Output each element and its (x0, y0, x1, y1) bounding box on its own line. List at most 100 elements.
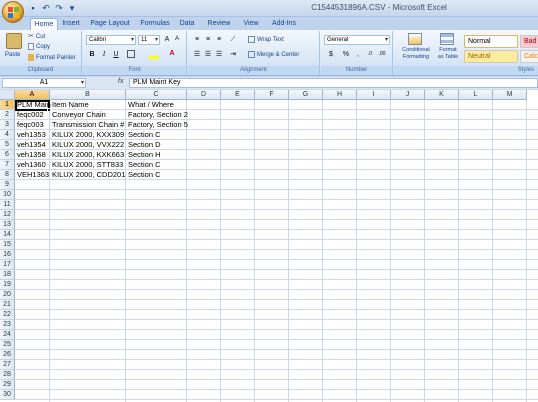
font-size-select[interactable]: 11 (138, 35, 160, 45)
column-header-d[interactable]: D (187, 90, 221, 100)
align-middle-icon[interactable]: ≡ (203, 35, 213, 44)
fill-color-icon[interactable] (149, 50, 159, 59)
merge-center-button[interactable]: Merge & Center (248, 51, 299, 59)
shrink-font-icon[interactable]: A (172, 35, 182, 44)
cell-b7[interactable]: KILUX 2000, STT833 (51, 160, 127, 170)
cell-a8[interactable]: VEH1363 (16, 170, 53, 180)
column-header-k[interactable]: K (425, 90, 459, 100)
row-header-30[interactable]: 30 (0, 390, 15, 400)
cell-c7[interactable]: Section C (127, 160, 190, 170)
row-header-22[interactable]: 22 (0, 310, 15, 320)
copy-button[interactable]: Copy (28, 43, 50, 51)
decrease-decimal-icon[interactable]: .00 (377, 50, 387, 59)
cell-c4[interactable]: Section C (127, 130, 190, 140)
row-header-8[interactable]: 8 (0, 170, 15, 180)
comma-icon[interactable]: , (353, 50, 363, 59)
column-header-g[interactable]: G (289, 90, 323, 100)
row-header-24[interactable]: 24 (0, 330, 15, 340)
column-header-m[interactable]: M (493, 90, 527, 100)
row-header-9[interactable]: 9 (0, 180, 15, 190)
row-header-14[interactable]: 14 (0, 230, 15, 240)
paste-icon[interactable] (6, 33, 22, 49)
row-header-1[interactable]: 1 (0, 100, 15, 110)
cell-b4[interactable]: KILUX 2000, KXX309 (51, 130, 127, 140)
underline-icon[interactable]: U (111, 50, 121, 59)
column-header-f[interactable]: F (255, 90, 289, 100)
row-header-27[interactable]: 27 (0, 360, 15, 370)
style-neutral[interactable]: Neutral (464, 50, 518, 63)
office-button[interactable] (2, 1, 24, 23)
tab-view[interactable]: View (240, 18, 262, 30)
column-header-j[interactable]: J (391, 90, 425, 100)
cell-b2[interactable]: Conveyor Chain (51, 110, 127, 120)
cell-b3[interactable]: Transmission Chain # 3 (51, 120, 127, 130)
row-header-10[interactable]: 10 (0, 190, 15, 200)
tab-page-layout[interactable]: Page Layout (88, 18, 132, 30)
cell-c6[interactable]: Section H (127, 150, 190, 160)
column-header-i[interactable]: I (357, 90, 391, 100)
percent-icon[interactable]: % (341, 50, 351, 59)
align-bottom-icon[interactable]: ≡ (214, 35, 224, 44)
cell-b6[interactable]: KILUX 2000, KXK663 (51, 150, 127, 160)
row-header-7[interactable]: 7 (0, 160, 15, 170)
borders-icon[interactable] (127, 50, 135, 58)
font-name-select[interactable]: Calibri (86, 35, 136, 45)
currency-icon[interactable]: $ (325, 50, 337, 59)
row-header-2[interactable]: 2 (0, 110, 15, 120)
conditional-formatting-button[interactable]: Conditional Formatting (397, 47, 435, 61)
cell-a5[interactable]: veh1354 (16, 140, 53, 150)
column-header-b[interactable]: B (50, 90, 126, 100)
tab-insert[interactable]: Insert (60, 18, 82, 30)
insert-function-icon[interactable]: fx (118, 78, 123, 85)
format-painter-button[interactable]: Format Painter (28, 54, 76, 62)
grow-font-icon[interactable]: A (162, 35, 172, 44)
row-header-28[interactable]: 28 (0, 370, 15, 380)
row-header-16[interactable]: 16 (0, 250, 15, 260)
row-header-19[interactable]: 19 (0, 280, 15, 290)
formula-input[interactable]: PLM Maint Key (129, 78, 538, 88)
cell-a7[interactable]: veh1360 (16, 160, 53, 170)
column-header-l[interactable]: L (459, 90, 493, 100)
row-header-15[interactable]: 15 (0, 240, 15, 250)
style-bad[interactable]: Bad (520, 35, 538, 48)
row-header-13[interactable]: 13 (0, 220, 15, 230)
style-normal[interactable]: Normal (464, 35, 518, 48)
cell-a6[interactable]: veh1358 (16, 150, 53, 160)
row-header-25[interactable]: 25 (0, 340, 15, 350)
italic-icon[interactable]: I (99, 50, 109, 59)
fill-handle[interactable] (47, 108, 51, 112)
paste-button[interactable]: Paste (5, 51, 20, 59)
row-header-23[interactable]: 23 (0, 320, 15, 330)
row-header-11[interactable]: 11 (0, 200, 15, 210)
font-color-icon[interactable]: A (167, 49, 177, 58)
cell-c2[interactable]: Factory, Section 2 (127, 110, 190, 120)
row-header-17[interactable]: 17 (0, 260, 15, 270)
cell-b5[interactable]: KILUX 2000, VVX222 (51, 140, 127, 150)
align-center-icon[interactable]: ☰ (203, 50, 213, 59)
row-header-12[interactable]: 12 (0, 210, 15, 220)
align-top-icon[interactable]: ≡ (192, 35, 202, 44)
row-header-29[interactable]: 29 (0, 380, 15, 390)
select-all-corner[interactable] (0, 90, 15, 100)
column-header-c[interactable]: C (126, 90, 187, 100)
bold-icon[interactable]: B (87, 50, 97, 59)
row-header-20[interactable]: 20 (0, 290, 15, 300)
cell-b8[interactable]: KILUX 2000, CDD201 (51, 170, 127, 180)
conditional-formatting-icon[interactable] (408, 33, 422, 45)
cell-c3[interactable]: Factory, Section 5 (127, 120, 190, 130)
tab-add-ins[interactable]: Add-Ins (270, 18, 298, 30)
row-header-3[interactable]: 3 (0, 120, 15, 130)
column-header-a[interactable]: A (15, 90, 50, 100)
orientation-icon[interactable]: ⟋ (228, 35, 238, 44)
worksheet-grid[interactable]: ABCDEFGHIJKLM 1 2 3 4 5 6 7 8 9 10 11 12 13 14 15 16 17 1… (0, 90, 538, 402)
row-header-4[interactable]: 4 (0, 130, 15, 140)
row-header-21[interactable]: 21 (0, 300, 15, 310)
number-format-select[interactable]: General (324, 35, 390, 45)
align-right-icon[interactable]: ☰ (214, 50, 224, 59)
format-as-table-button[interactable]: Format as Table (436, 47, 460, 61)
align-left-icon[interactable]: ☰ (192, 50, 202, 59)
tab-review[interactable]: Review (205, 18, 233, 30)
row-header-26[interactable]: 26 (0, 350, 15, 360)
column-header-h[interactable]: H (323, 90, 357, 100)
style-calculation[interactable]: Calcu (520, 50, 538, 63)
